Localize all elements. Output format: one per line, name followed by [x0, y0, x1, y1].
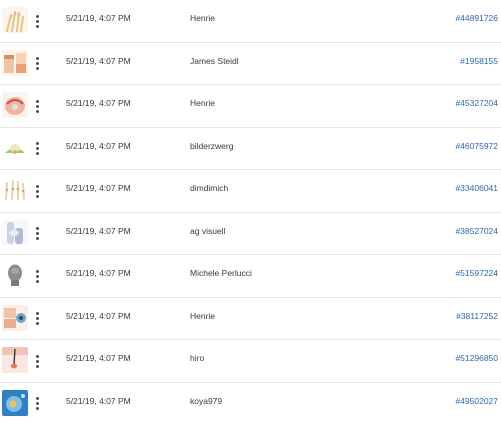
- skin-layers-icon[interactable]: [2, 50, 28, 76]
- file-id-link[interactable]: #38527024: [455, 226, 498, 236]
- more-options-button[interactable]: [30, 93, 44, 119]
- file-id-link[interactable]: #45327204: [455, 98, 498, 108]
- file-id-link[interactable]: #38117252: [456, 311, 498, 321]
- author-cell: Henrie: [190, 13, 215, 23]
- author-cell: hiro: [190, 353, 204, 363]
- date-cell: 5/21/19, 4:07 PM: [66, 98, 131, 108]
- date-cell: 5/21/19, 4:07 PM: [66, 226, 131, 236]
- author-cell: koya979: [190, 396, 222, 406]
- author-cell: ag visuell: [190, 226, 225, 236]
- head-model-icon[interactable]: [2, 262, 28, 288]
- asset-list: 5/21/19, 4:07 PM Henrie #44891726 5/21/1…: [0, 0, 501, 425]
- more-options-button[interactable]: [30, 136, 44, 162]
- cell-icon[interactable]: [2, 390, 28, 416]
- more-options-button[interactable]: [30, 8, 44, 34]
- finger-bones-icon[interactable]: [2, 177, 28, 203]
- file-id-link[interactable]: #51597224: [455, 268, 498, 278]
- more-options-button[interactable]: [30, 306, 44, 332]
- date-cell: 5/21/19, 4:07 PM: [66, 311, 131, 321]
- date-cell: 5/21/19, 4:07 PM: [66, 268, 131, 278]
- more-options-button[interactable]: [30, 178, 44, 204]
- file-id-link[interactable]: #51296850: [455, 353, 498, 363]
- more-options-button[interactable]: [30, 263, 44, 289]
- more-options-button[interactable]: [30, 348, 44, 374]
- author-cell: Henrie: [190, 98, 215, 108]
- author-cell: dimdimich: [190, 183, 228, 193]
- author-cell: bilderzwerg: [190, 141, 233, 151]
- list-item[interactable]: 5/21/19, 4:07 PM hiro #51296850: [0, 340, 501, 383]
- list-item[interactable]: 5/21/19, 4:07 PM James Steidl #1958155: [0, 43, 501, 86]
- file-id-link[interactable]: #46075972: [455, 141, 498, 151]
- hand-joints-icon[interactable]: [2, 7, 28, 33]
- list-item[interactable]: 5/21/19, 4:07 PM Henrie #44891726: [0, 0, 501, 43]
- date-cell: 5/21/19, 4:07 PM: [66, 13, 131, 23]
- list-item[interactable]: 5/21/19, 4:07 PM dimdimich #33406041: [0, 170, 501, 213]
- knee-joint-icon[interactable]: [2, 220, 28, 246]
- author-cell: Henrie: [190, 311, 215, 321]
- author-cell: Michele Perlucci: [190, 268, 252, 278]
- eye-anatomy-icon[interactable]: [2, 305, 28, 331]
- more-options-button[interactable]: [30, 391, 44, 417]
- list-item[interactable]: 5/21/19, 4:07 PM koya979 #49502027: [0, 383, 501, 425]
- list-item[interactable]: 5/21/19, 4:07 PM Michele Perlucci #51597…: [0, 255, 501, 298]
- file-id-link[interactable]: #33406041: [455, 183, 498, 193]
- date-cell: 5/21/19, 4:07 PM: [66, 183, 131, 193]
- list-item[interactable]: 5/21/19, 4:07 PM ag visuell #38527024: [0, 213, 501, 256]
- author-cell: James Steidl: [190, 56, 239, 66]
- list-item[interactable]: 5/21/19, 4:07 PM bilderzwerg #46075972: [0, 128, 501, 171]
- more-options-button[interactable]: [30, 51, 44, 77]
- file-id-link[interactable]: #44891726: [455, 13, 498, 23]
- list-item[interactable]: 5/21/19, 4:07 PM Henrie #38117252: [0, 298, 501, 341]
- date-cell: 5/21/19, 4:07 PM: [66, 396, 131, 406]
- hair-follicle-icon[interactable]: [2, 347, 28, 373]
- file-id-link[interactable]: #1958155: [460, 56, 498, 66]
- date-cell: 5/21/19, 4:07 PM: [66, 141, 131, 151]
- vertebra-icon[interactable]: [2, 135, 28, 161]
- list-item[interactable]: 5/21/19, 4:07 PM Henrie #45327204: [0, 85, 501, 128]
- date-cell: 5/21/19, 4:07 PM: [66, 353, 131, 363]
- date-cell: 5/21/19, 4:07 PM: [66, 56, 131, 66]
- shoulder-anatomy-icon[interactable]: [2, 92, 28, 118]
- file-id-link[interactable]: #49502027: [455, 396, 498, 406]
- more-options-button[interactable]: [30, 221, 44, 247]
